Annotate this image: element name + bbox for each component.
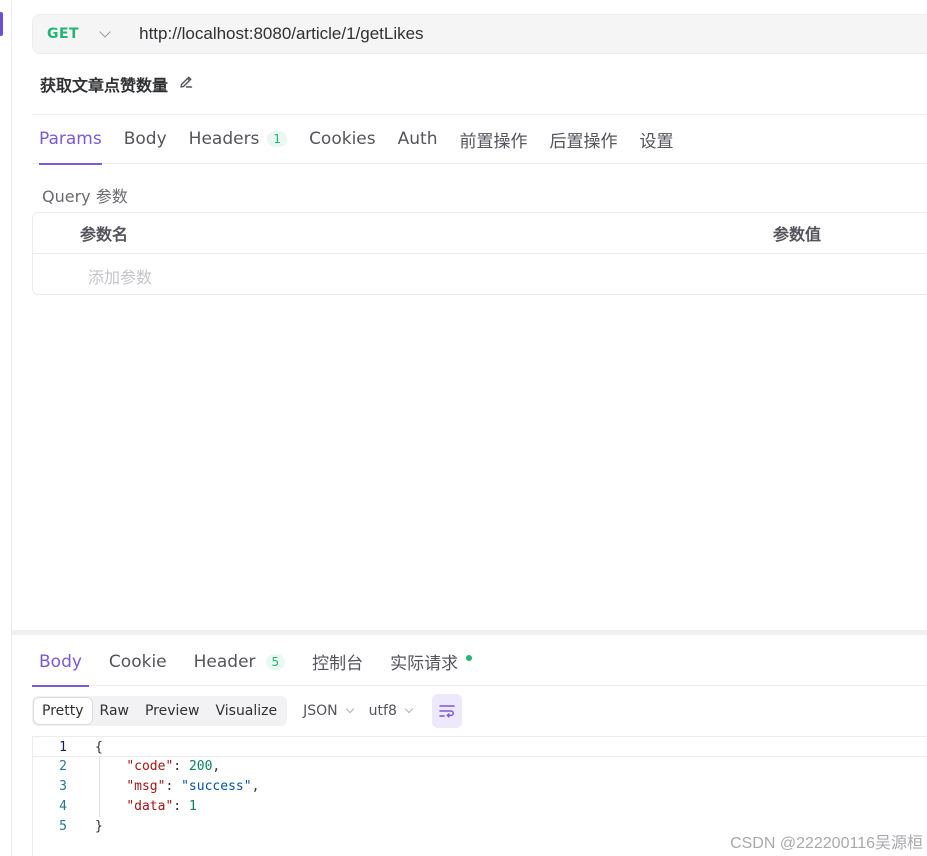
tab-label: Params xyxy=(39,129,102,149)
method-select[interactable]: GET xyxy=(47,26,79,42)
tab-label: 设置 xyxy=(639,131,674,152)
code-text: "code": 200, xyxy=(126,759,221,774)
code-line: 4 "data": 1 xyxy=(33,797,927,817)
code-line: 2 "code": 200, xyxy=(33,757,927,777)
query-params-label: Query 参数 xyxy=(42,187,128,206)
tab-label: Headers xyxy=(188,129,260,149)
tab-settings[interactable]: 设置 xyxy=(639,114,673,164)
line-number: 3 xyxy=(59,779,67,794)
rail-active-marker xyxy=(0,12,3,36)
encoding-value: utf8 xyxy=(368,703,397,719)
json-value: 1 xyxy=(188,799,197,814)
line-number: 5 xyxy=(59,819,67,834)
format-select[interactable]: JSON xyxy=(303,703,354,719)
code-text: } xyxy=(95,819,103,834)
view-mode-pretty[interactable]: Pretty xyxy=(34,698,92,724)
tab-response-header[interactable]: Header 5 xyxy=(194,638,286,686)
watermark: CSDN @222200116吴源桓 xyxy=(730,835,923,852)
request-tabs: Params Body Headers 1 Cookies Auth 前置操作 后… xyxy=(32,114,927,165)
count-badge: 5 xyxy=(265,653,286,670)
json-value: "success" xyxy=(181,779,252,794)
code-text: { xyxy=(95,740,103,755)
encoding-select[interactable]: utf8 xyxy=(368,703,414,719)
chevron-down-icon xyxy=(345,704,354,714)
view-mode-switch: Pretty Raw Preview Visualize xyxy=(32,696,288,726)
tab-response-body[interactable]: Body xyxy=(32,638,89,687)
tab-label: 控制台 xyxy=(312,654,364,674)
json-key: "msg" xyxy=(126,779,166,794)
response-view-bar: Pretty Raw Preview Visualize JSON utf8 xyxy=(32,694,462,728)
code-line: 3 "msg": "success", xyxy=(33,777,927,797)
line-number: 2 xyxy=(59,759,67,774)
view-mode-visualize[interactable]: Visualize xyxy=(207,698,285,724)
count-badge: 1 xyxy=(267,131,288,147)
line-number: 1 xyxy=(59,740,67,755)
code-line: 1 { xyxy=(33,737,927,757)
tab-label: 前置操作 xyxy=(459,131,528,152)
tab-label: Header xyxy=(193,651,256,672)
url-bar[interactable]: GET http://localhost:8080/article/1/getL… xyxy=(32,14,927,54)
tab-label: 后置操作 xyxy=(549,131,618,152)
request-title: 获取文章点赞数量 xyxy=(40,76,169,95)
column-header-name: 参数名 xyxy=(80,225,129,244)
tab-body[interactable]: Body xyxy=(124,114,167,164)
json-key: "data" xyxy=(126,799,174,814)
tab-console[interactable]: 控制台 xyxy=(312,638,363,686)
status-dot-icon xyxy=(466,654,473,661)
word-wrap-button[interactable] xyxy=(431,694,462,728)
tab-label: Cookie xyxy=(108,651,167,672)
request-title-row: 获取文章点赞数量 xyxy=(40,72,194,96)
line-number: 4 xyxy=(59,799,67,814)
tab-auth[interactable]: Auth xyxy=(398,114,438,164)
tab-response-cookie[interactable]: Cookie xyxy=(109,638,167,686)
view-mode-preview[interactable]: Preview xyxy=(137,698,208,724)
query-params-table: 参数名 参数值 添加参数 xyxy=(32,212,927,295)
tab-label: Cookies xyxy=(309,129,376,149)
edit-icon[interactable] xyxy=(178,74,194,94)
tab-label: Body xyxy=(39,651,82,672)
view-mode-raw[interactable]: Raw xyxy=(92,698,137,724)
tab-label: Auth xyxy=(397,129,438,149)
tab-params[interactable]: Params xyxy=(39,114,102,165)
chevron-down-icon[interactable] xyxy=(99,26,111,38)
code-text: "data": 1 xyxy=(126,799,197,814)
add-param-input[interactable]: 添加参数 xyxy=(88,264,152,288)
tab-label: 实际请求 xyxy=(390,654,459,674)
tab-pre-actions[interactable]: 前置操作 xyxy=(459,114,527,164)
url-input[interactable]: http://localhost:8080/article/1/getLikes xyxy=(139,24,423,44)
wrap-lines-icon xyxy=(439,705,455,718)
left-rail xyxy=(0,0,12,856)
column-header-value: 参数值 xyxy=(773,225,822,244)
code-text: "msg": "success", xyxy=(126,779,260,794)
json-key: "code" xyxy=(126,759,174,774)
response-tabs: Body Cookie Header 5 控制台 实际请求 xyxy=(32,638,927,687)
format-value: JSON xyxy=(303,703,338,719)
table-header: 参数名 参数值 xyxy=(33,213,927,254)
chevron-down-icon xyxy=(404,704,414,714)
tab-actual-request[interactable]: 实际请求 xyxy=(390,638,473,686)
panel-divider[interactable] xyxy=(12,630,927,635)
tab-label: Body xyxy=(123,129,167,149)
json-value: 200 xyxy=(188,759,213,774)
tab-post-actions[interactable]: 后置操作 xyxy=(549,114,617,164)
tab-cookies[interactable]: Cookies xyxy=(309,114,376,164)
tab-headers[interactable]: Headers 1 xyxy=(188,114,288,164)
